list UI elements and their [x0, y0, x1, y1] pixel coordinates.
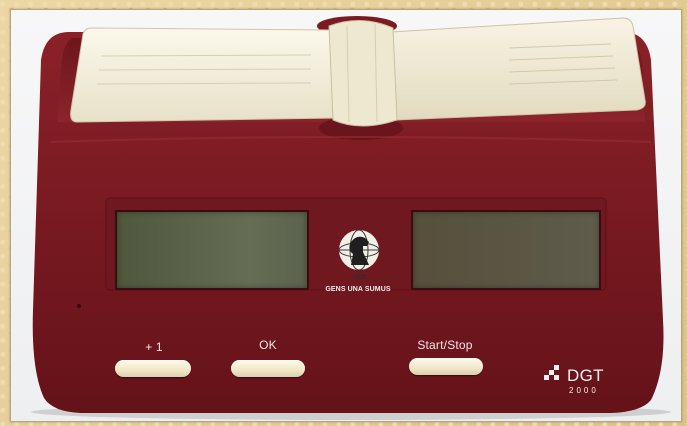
lever-hinge: [328, 19, 398, 127]
start-stop-button[interactable]: [409, 358, 483, 375]
left-lever[interactable]: [70, 27, 338, 123]
plus-one-label: + 1: [145, 340, 163, 354]
brand-name: DGT: [567, 366, 604, 385]
left-display: [115, 210, 309, 290]
ok-label: OK: [259, 338, 277, 352]
logo-motto: GENS UNA SUMUS: [325, 286, 391, 293]
indicator-hole: [76, 303, 82, 309]
logo-abbrev: FIDE: [353, 275, 367, 281]
ok-button[interactable]: [231, 360, 305, 377]
plus-one-button[interactable]: [115, 360, 191, 377]
photo-frame: FIDE GENS UNA SUMUS + 1 OK Start/Stop DG…: [0, 0, 687, 426]
brand-model: 2000: [569, 386, 599, 395]
start-stop-label: Start/Stop: [417, 338, 473, 352]
right-lever[interactable]: [390, 17, 646, 121]
knight-globe-icon: [338, 229, 380, 271]
right-display: [411, 210, 601, 290]
clock-photo: FIDE GENS UNA SUMUS + 1 OK Start/Stop DG…: [10, 9, 682, 422]
